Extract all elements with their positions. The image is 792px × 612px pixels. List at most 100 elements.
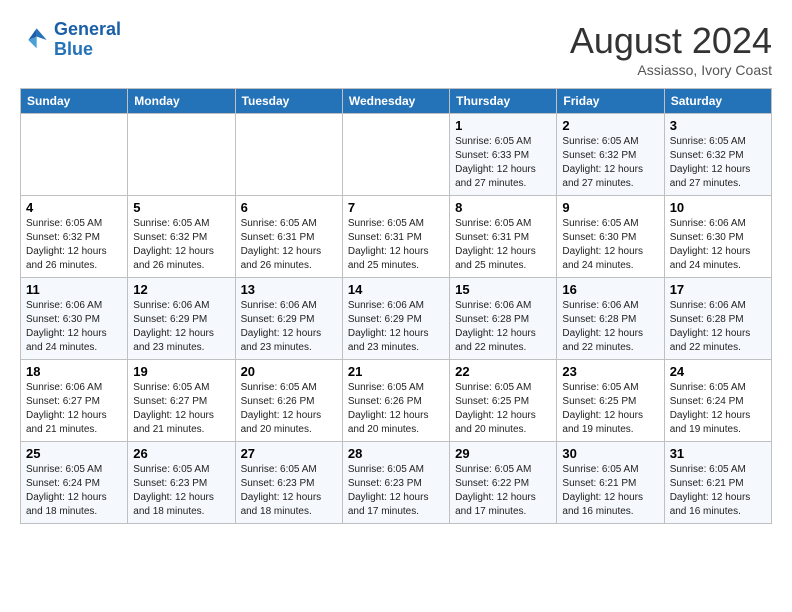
- table-row: 11 Sunrise: 6:06 AMSunset: 6:30 PMDayligh…: [21, 278, 128, 360]
- table-row: 4 Sunrise: 6:05 AMSunset: 6:32 PMDaylight…: [21, 196, 128, 278]
- calendar-week-5: 25 Sunrise: 6:05 AMSunset: 6:24 PMDayligh…: [21, 442, 772, 524]
- day-number: 25: [26, 446, 122, 461]
- weekday-saturday: Saturday: [664, 89, 771, 114]
- day-info: Sunrise: 6:05 AMSunset: 6:26 PMDaylight:…: [241, 381, 337, 437]
- day-info: Sunrise: 6:06 AMSunset: 6:30 PMDaylight:…: [26, 299, 122, 355]
- day-number: 29: [455, 446, 551, 461]
- day-info: Sunrise: 6:05 AMSunset: 6:23 PMDaylight:…: [348, 463, 444, 519]
- day-number: 13: [241, 282, 337, 297]
- table-row: [128, 114, 235, 196]
- table-row: 9 Sunrise: 6:05 AMSunset: 6:30 PMDaylight…: [557, 196, 664, 278]
- table-row: [235, 114, 342, 196]
- weekday-thursday: Thursday: [450, 89, 557, 114]
- calendar-week-3: 11 Sunrise: 6:06 AMSunset: 6:30 PMDayligh…: [21, 278, 772, 360]
- weekday-tuesday: Tuesday: [235, 89, 342, 114]
- calendar-week-2: 4 Sunrise: 6:05 AMSunset: 6:32 PMDaylight…: [21, 196, 772, 278]
- day-info: Sunrise: 6:05 AMSunset: 6:32 PMDaylight:…: [670, 135, 766, 191]
- day-number: 19: [133, 364, 229, 379]
- day-info: Sunrise: 6:05 AMSunset: 6:32 PMDaylight:…: [26, 217, 122, 273]
- table-row: 20 Sunrise: 6:05 AMSunset: 6:26 PMDayligh…: [235, 360, 342, 442]
- day-number: 9: [562, 200, 658, 215]
- day-number: 24: [670, 364, 766, 379]
- day-info: Sunrise: 6:06 AMSunset: 6:29 PMDaylight:…: [241, 299, 337, 355]
- day-info: Sunrise: 6:05 AMSunset: 6:31 PMDaylight:…: [455, 217, 551, 273]
- table-row: [342, 114, 449, 196]
- month-year: August 2024: [570, 20, 772, 62]
- table-row: 21Sunrise: 6:05 AMSunset: 6:26 PMDayligh…: [342, 360, 449, 442]
- day-info: Sunrise: 6:05 AMSunset: 6:25 PMDaylight:…: [562, 381, 658, 437]
- table-row: 1 Sunrise: 6:05 AMSunset: 6:33 PMDaylight…: [450, 114, 557, 196]
- day-info: Sunrise: 6:05 AMSunset: 6:33 PMDaylight:…: [455, 135, 551, 191]
- day-info: Sunrise: 6:05 AMSunset: 6:24 PMDaylight:…: [26, 463, 122, 519]
- table-row: 15 Sunrise: 6:06 AMSunset: 6:28 PMDayligh…: [450, 278, 557, 360]
- table-row: 17Sunrise: 6:06 AMSunset: 6:28 PMDayligh…: [664, 278, 771, 360]
- table-row: 29 Sunrise: 6:05 AMSunset: 6:22 PMDayligh…: [450, 442, 557, 524]
- table-row: 5 Sunrise: 6:05 AMSunset: 6:32 PMDaylight…: [128, 196, 235, 278]
- day-number: 30: [562, 446, 658, 461]
- table-row: 27Sunrise: 6:05 AMSunset: 6:23 PMDayligh…: [235, 442, 342, 524]
- day-number: 11: [26, 282, 122, 297]
- calendar-week-1: 1 Sunrise: 6:05 AMSunset: 6:33 PMDaylight…: [21, 114, 772, 196]
- day-number: 28: [348, 446, 444, 461]
- day-number: 2: [562, 118, 658, 133]
- day-number: 26: [133, 446, 229, 461]
- title-block: August 2024 Assiasso, Ivory Coast: [570, 20, 772, 78]
- table-row: 10Sunrise: 6:06 AMSunset: 6:30 PMDayligh…: [664, 196, 771, 278]
- table-row: 26Sunrise: 6:05 AMSunset: 6:23 PMDayligh…: [128, 442, 235, 524]
- day-info: Sunrise: 6:05 AMSunset: 6:24 PMDaylight:…: [670, 381, 766, 437]
- table-row: 12 Sunrise: 6:06 AMSunset: 6:29 PMDayligh…: [128, 278, 235, 360]
- calendar-table: SundayMondayTuesdayWednesdayThursdayFrid…: [20, 88, 772, 524]
- table-row: 13 Sunrise: 6:06 AMSunset: 6:29 PMDayligh…: [235, 278, 342, 360]
- day-number: 1: [455, 118, 551, 133]
- day-number: 12: [133, 282, 229, 297]
- table-row: 24 Sunrise: 6:05 AMSunset: 6:24 PMDayligh…: [664, 360, 771, 442]
- calendar-week-4: 18 Sunrise: 6:06 AMSunset: 6:27 PMDayligh…: [21, 360, 772, 442]
- day-info: Sunrise: 6:06 AMSunset: 6:29 PMDaylight:…: [133, 299, 229, 355]
- day-number: 4: [26, 200, 122, 215]
- day-info: Sunrise: 6:06 AMSunset: 6:27 PMDaylight:…: [26, 381, 122, 437]
- day-info: Sunrise: 6:06 AMSunset: 6:29 PMDaylight:…: [348, 299, 444, 355]
- table-row: 18 Sunrise: 6:06 AMSunset: 6:27 PMDayligh…: [21, 360, 128, 442]
- table-row: 30 Sunrise: 6:05 AMSunset: 6:21 PMDayligh…: [557, 442, 664, 524]
- day-number: 22: [455, 364, 551, 379]
- day-number: 15: [455, 282, 551, 297]
- weekday-wednesday: Wednesday: [342, 89, 449, 114]
- day-number: 17: [670, 282, 766, 297]
- day-number: 10: [670, 200, 766, 215]
- table-row: 7 Sunrise: 6:05 AMSunset: 6:31 PMDaylight…: [342, 196, 449, 278]
- day-info: Sunrise: 6:05 AMSunset: 6:27 PMDaylight:…: [133, 381, 229, 437]
- day-info: Sunrise: 6:05 AMSunset: 6:21 PMDaylight:…: [670, 463, 766, 519]
- logo: General Blue: [20, 20, 121, 60]
- day-number: 5: [133, 200, 229, 215]
- day-number: 18: [26, 364, 122, 379]
- day-info: Sunrise: 6:05 AMSunset: 6:31 PMDaylight:…: [241, 217, 337, 273]
- logo-text: General Blue: [54, 20, 121, 60]
- table-row: 2Sunrise: 6:05 AMSunset: 6:32 PMDaylight…: [557, 114, 664, 196]
- day-info: Sunrise: 6:05 AMSunset: 6:31 PMDaylight:…: [348, 217, 444, 273]
- day-info: Sunrise: 6:06 AMSunset: 6:28 PMDaylight:…: [455, 299, 551, 355]
- day-number: 27: [241, 446, 337, 461]
- table-row: 23 Sunrise: 6:05 AMSunset: 6:25 PMDayligh…: [557, 360, 664, 442]
- day-info: Sunrise: 6:05 AMSunset: 6:26 PMDaylight:…: [348, 381, 444, 437]
- table-row: 8Sunrise: 6:05 AMSunset: 6:31 PMDaylight…: [450, 196, 557, 278]
- day-number: 31: [670, 446, 766, 461]
- day-info: Sunrise: 6:05 AMSunset: 6:30 PMDaylight:…: [562, 217, 658, 273]
- weekday-header-row: SundayMondayTuesdayWednesdayThursdayFrid…: [21, 89, 772, 114]
- table-row: 28 Sunrise: 6:05 AMSunset: 6:23 PMDayligh…: [342, 442, 449, 524]
- day-info: Sunrise: 6:05 AMSunset: 6:32 PMDaylight:…: [133, 217, 229, 273]
- day-number: 6: [241, 200, 337, 215]
- day-number: 20: [241, 364, 337, 379]
- table-row: 31 Sunrise: 6:05 AMSunset: 6:21 PMDayligh…: [664, 442, 771, 524]
- table-row: [21, 114, 128, 196]
- table-row: 19 Sunrise: 6:05 AMSunset: 6:27 PMDayligh…: [128, 360, 235, 442]
- day-number: 23: [562, 364, 658, 379]
- day-number: 14: [348, 282, 444, 297]
- day-number: 7: [348, 200, 444, 215]
- day-info: Sunrise: 6:05 AMSunset: 6:21 PMDaylight:…: [562, 463, 658, 519]
- weekday-monday: Monday: [128, 89, 235, 114]
- day-info: Sunrise: 6:05 AMSunset: 6:22 PMDaylight:…: [455, 463, 551, 519]
- table-row: 25 Sunrise: 6:05 AMSunset: 6:24 PMDayligh…: [21, 442, 128, 524]
- page-header: General Blue August 2024 Assiasso, Ivory…: [20, 20, 772, 78]
- day-number: 3: [670, 118, 766, 133]
- table-row: 14 Sunrise: 6:06 AMSunset: 6:29 PMDayligh…: [342, 278, 449, 360]
